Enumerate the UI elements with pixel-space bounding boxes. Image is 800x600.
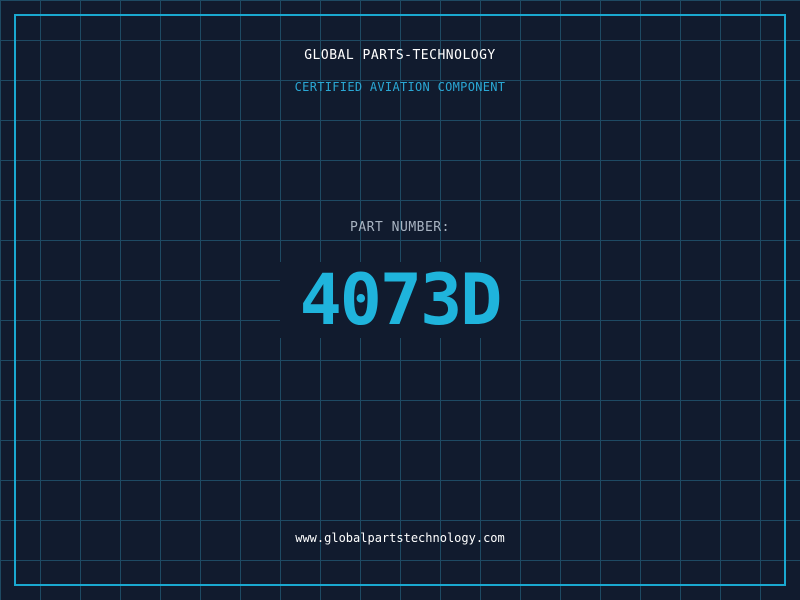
- part-number-label: PART NUMBER:: [350, 220, 450, 235]
- certification-subtitle: CERTIFIED AVIATION COMPONENT: [294, 80, 506, 94]
- website-url: www.globalpartstechnology.com: [295, 531, 505, 545]
- company-name: GLOBAL PARTS-TECHNOLOGY: [304, 48, 496, 63]
- part-number-value: 4073D: [280, 262, 520, 338]
